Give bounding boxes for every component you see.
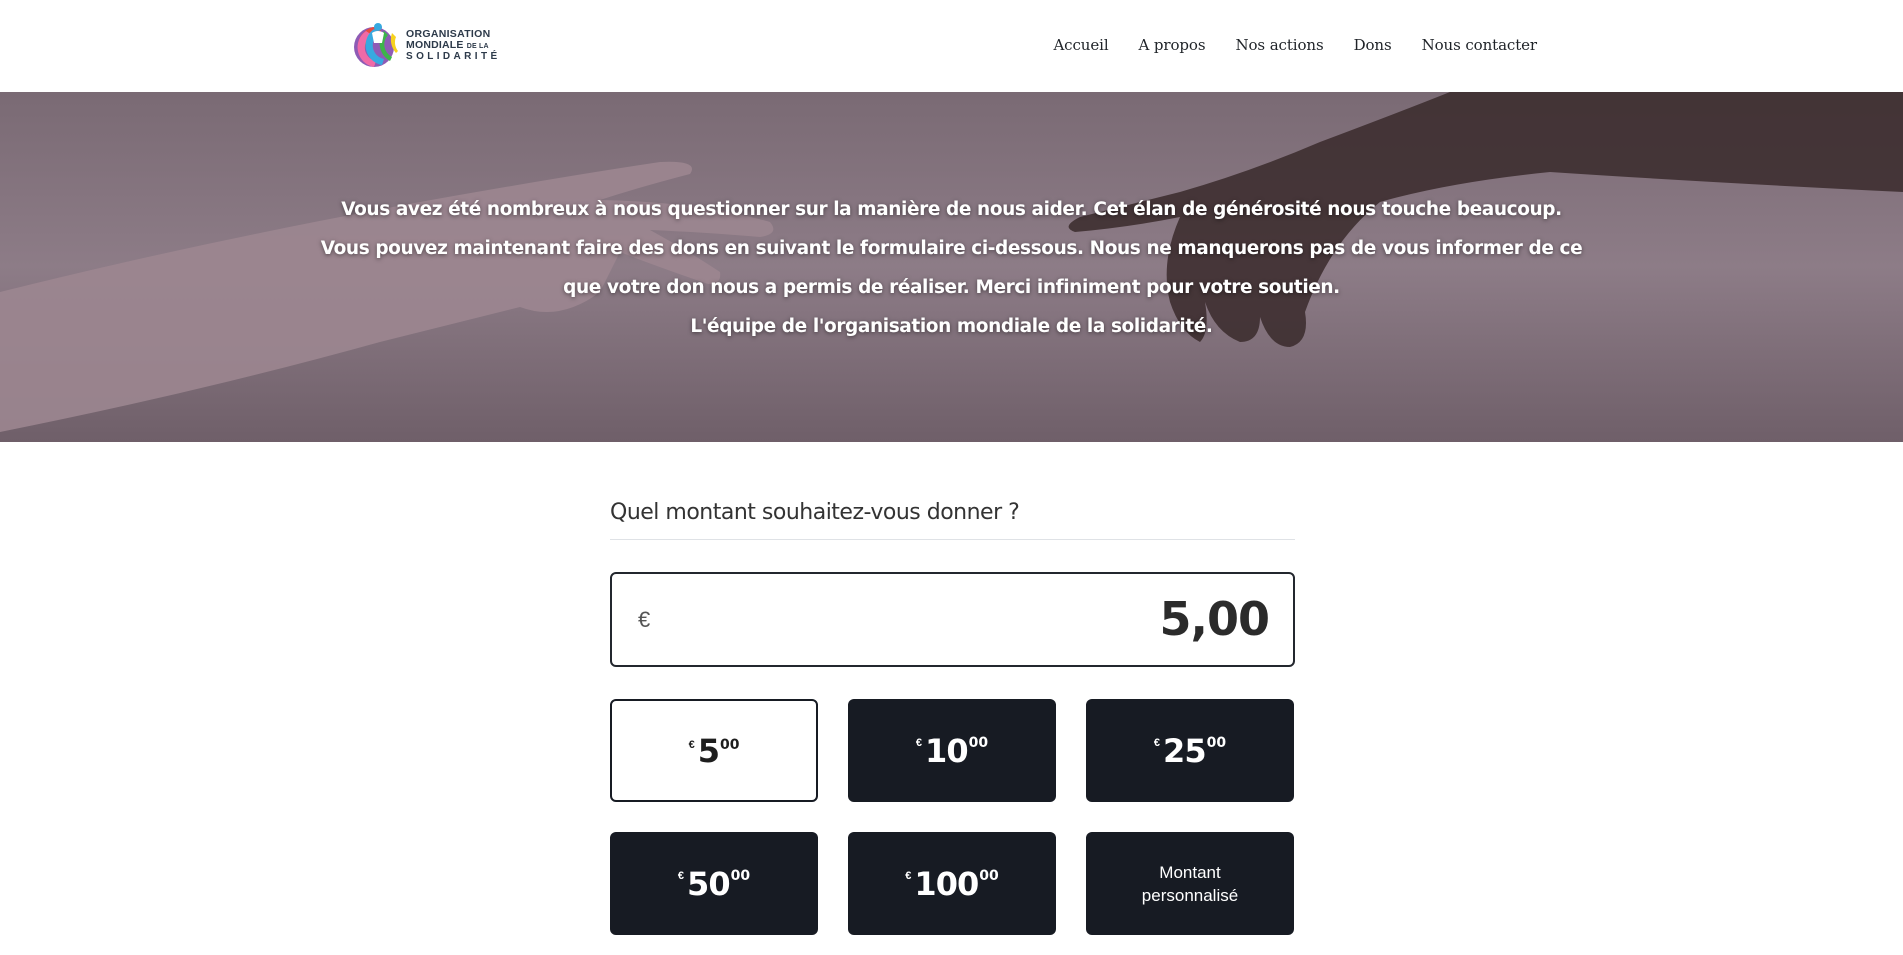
logo-line-3: SOLIDARITÉ (406, 50, 501, 62)
option-integer: 5 (697, 731, 720, 770)
logo-line-2: MONDIALE DE LA (406, 40, 501, 51)
option-currency: € (677, 870, 685, 882)
amount-option-10[interactable]: € 10 00 (848, 699, 1056, 802)
option-currency: € (1153, 737, 1161, 749)
amount-option-5[interactable]: € 5 00 (610, 699, 818, 802)
main-nav: Accueil A propos Nos actions Dons Nous c… (1023, 36, 1537, 54)
logo-text: ORGANISATION MONDIALE DE LA SOLIDARITÉ (406, 27, 501, 62)
option-integer: 100 (914, 864, 979, 903)
option-integer: 25 (1163, 731, 1207, 770)
option-cents: 00 (730, 868, 751, 884)
option-integer: 10 (925, 731, 969, 770)
nav-link-nos-actions[interactable]: Nos actions (1235, 36, 1323, 54)
nav-link-a-propos[interactable]: A propos (1139, 36, 1206, 54)
hero-banner: Vous avez été nombreux à nous questionne… (0, 92, 1903, 442)
amount-input[interactable]: € 5,00 (610, 572, 1295, 667)
amount-option-25[interactable]: € 25 00 (1086, 699, 1294, 802)
donation-form: Quel montant souhaitez-vous donner ? € 5… (610, 500, 1295, 935)
option-currency: € (915, 737, 923, 749)
amount-option-100[interactable]: € 100 00 (848, 832, 1056, 935)
option-cents: 00 (1206, 735, 1227, 751)
nav-link-accueil[interactable]: Accueil (1053, 36, 1108, 54)
hero-line-3: que votre don nous a permis de réaliser.… (563, 277, 1340, 298)
option-currency: € (905, 870, 912, 882)
logo-emblem-icon (354, 23, 398, 67)
logo-line-1: ORGANISATION (406, 27, 491, 40)
amount-option-50[interactable]: € 50 00 (610, 832, 818, 935)
amount-options: € 5 00 € 10 00 € 25 00 € 50 00 € 100 00 … (610, 699, 1295, 935)
site-header: ORGANISATION MONDIALE DE LA SOLIDARITÉ A… (0, 0, 1903, 92)
hero-signature: L'équipe de l'organisation mondiale de l… (690, 316, 1213, 337)
option-cents: 00 (979, 868, 999, 884)
hero-line-1: Vous avez été nombreux à nous questionne… (341, 199, 1562, 220)
option-currency: € (688, 739, 695, 751)
site-logo[interactable]: ORGANISATION MONDIALE DE LA SOLIDARITÉ (352, 18, 502, 72)
option-integer: 50 (687, 864, 731, 903)
custom-amount-button[interactable]: Montant personnalisé (1086, 832, 1294, 935)
option-cents: 00 (968, 735, 989, 751)
logo-line-2-main: MONDIALE (406, 39, 464, 51)
logo-line-2-small: DE LA (466, 43, 489, 50)
donation-question: Quel montant souhaitez-vous donner ? (610, 500, 1295, 540)
amount-value: 5,00 (1159, 592, 1270, 646)
hero-line-2: Vous pouvez maintenant faire des dons en… (320, 238, 1583, 259)
nav-link-nous-contacter[interactable]: Nous contacter (1422, 36, 1538, 54)
currency-symbol: € (638, 607, 651, 632)
nav-link-dons[interactable]: Dons (1354, 36, 1392, 54)
option-cents: 00 (719, 737, 740, 753)
custom-amount-label: Montant personnalisé (1141, 862, 1239, 905)
hero-message: Vous avez été nombreux à nous questionne… (0, 190, 1903, 346)
